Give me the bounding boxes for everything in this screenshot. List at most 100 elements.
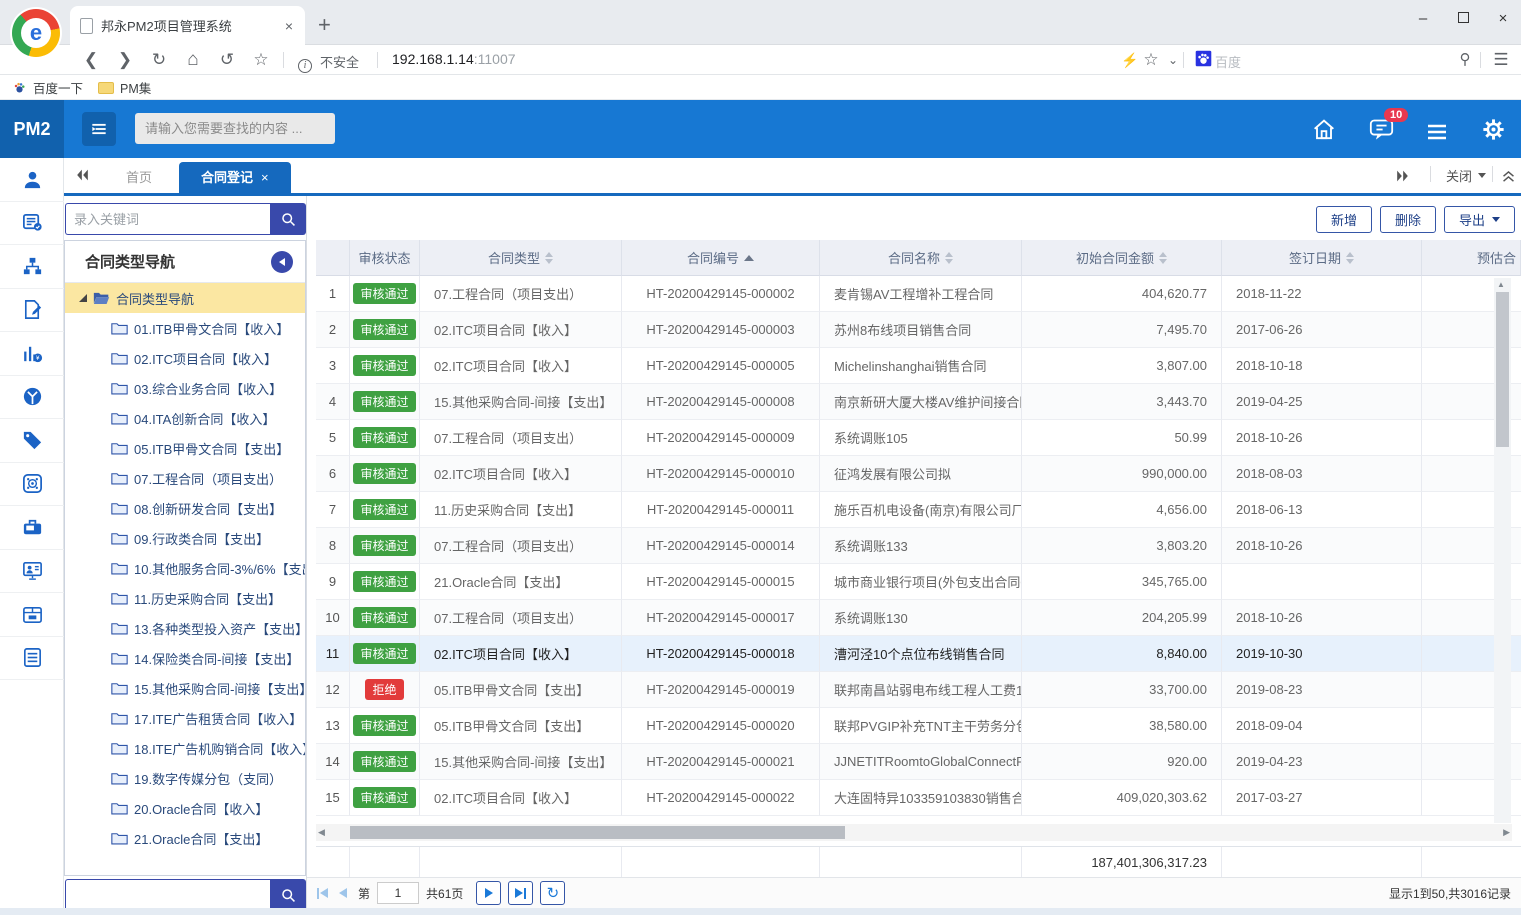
sort-icon[interactable] xyxy=(945,252,953,264)
first-page-button[interactable] xyxy=(317,888,328,899)
maximize-button[interactable] xyxy=(1448,10,1478,27)
settings-gear-icon[interactable] xyxy=(1480,116,1508,144)
table-row[interactable]: 11审核通过02.ITC项目合同【收入】HT-20200429145-00001… xyxy=(316,636,1521,672)
tree-item[interactable]: 10.其他服务合同-3%/6%【支出】 xyxy=(65,553,305,583)
app-menu-button[interactable] xyxy=(82,112,116,146)
sidebar-module-org-chart[interactable] xyxy=(0,245,64,289)
tree-item[interactable]: 17.ITE广告租赁合同【收入】 xyxy=(65,703,305,733)
expand-caret-icon[interactable] xyxy=(79,294,87,302)
page-number-input[interactable] xyxy=(377,882,419,904)
tree-search-input[interactable] xyxy=(65,203,270,235)
table-row[interactable]: 7审核通过11.历史采购合同【支出】HT-20200429145-000011施… xyxy=(316,492,1521,528)
table-row[interactable]: 3审核通过02.ITC项目合同【收入】HT-20200429145-000005… xyxy=(316,348,1521,384)
sidebar-module-tag[interactable] xyxy=(0,419,64,463)
search-button[interactable] xyxy=(270,879,306,911)
close-tabs-menu[interactable]: 关闭 xyxy=(1446,158,1486,193)
tree-item[interactable]: 11.历史采购合同【支出】 xyxy=(65,583,305,613)
horizontal-scrollbar[interactable]: ◀ ▶ xyxy=(316,824,1512,841)
close-window-button[interactable]: × xyxy=(1488,10,1518,27)
sort-icon[interactable] xyxy=(545,252,553,264)
collapse-up-icon[interactable] xyxy=(1500,158,1517,193)
add-button[interactable]: 新增 xyxy=(1316,206,1372,233)
delete-button[interactable]: 删除 xyxy=(1380,206,1436,233)
table-row[interactable]: 15审核通过02.ITC项目合同【收入】HT-20200429145-00002… xyxy=(316,780,1521,816)
horizontal-scroll-thumb[interactable] xyxy=(350,826,845,839)
column-header-4[interactable]: 合同名称 xyxy=(820,240,1022,276)
export-button[interactable]: 导出 xyxy=(1444,206,1515,233)
minimize-button[interactable]: – xyxy=(1408,10,1438,27)
url-text[interactable]: 192.168.1.14:11007 xyxy=(392,51,516,67)
sidebar-module-chart-coin[interactable]: ¥ xyxy=(0,332,64,376)
sort-icon[interactable] xyxy=(1159,252,1167,264)
table-row[interactable]: 2审核通过02.ITC项目合同【收入】HT-20200429145-000003… xyxy=(316,312,1521,348)
tree-item[interactable]: 03.综合业务合同【收入】 xyxy=(65,373,305,403)
tree-item[interactable]: 13.各种类型投入资产【支出】 xyxy=(65,613,305,643)
favorite-star-icon[interactable]: ☆ xyxy=(248,48,274,72)
tree-filter-input[interactable] xyxy=(65,879,270,911)
column-header-3[interactable]: 合同编号 xyxy=(622,240,820,276)
tree-root-item[interactable]: 合同类型导航 xyxy=(65,283,305,313)
column-header-7[interactable]: 预估合 xyxy=(1422,240,1521,276)
table-row[interactable]: 1审核通过07.工程合同（项目支出）HT-20200429145-000002麦… xyxy=(316,276,1521,312)
app-list-icon[interactable] xyxy=(1425,120,1453,148)
baidu-paw-icon[interactable] xyxy=(1190,50,1216,74)
sidebar-module-package[interactable] xyxy=(0,593,64,637)
vertical-scrollbar[interactable]: ▲ xyxy=(1494,278,1511,823)
tree-item[interactable]: 09.行政类合同【支出】 xyxy=(65,523,305,553)
tree-item[interactable]: 07.工程合同（项目支出） xyxy=(65,463,305,493)
back-icon[interactable]: ❮ xyxy=(78,48,104,72)
table-row[interactable]: 12拒绝05.ITB甲骨文合同【支出】HT-20200429145-000019… xyxy=(316,672,1521,708)
sidebar-module-document-list[interactable] xyxy=(0,637,64,681)
global-search-input[interactable] xyxy=(135,113,335,144)
prev-page-button[interactable] xyxy=(339,888,347,898)
tree-item[interactable]: 04.ITA创新合同【收入】 xyxy=(65,403,305,433)
tab-home[interactable]: 首页 xyxy=(104,162,174,193)
home-nav-icon[interactable] xyxy=(1310,116,1338,144)
tab-contract-register[interactable]: 合同登记× xyxy=(179,162,291,193)
table-row[interactable]: 5审核通过07.工程合同（项目支出）HT-20200429145-000009系… xyxy=(316,420,1521,456)
sidebar-module-module-grid[interactable] xyxy=(0,463,64,507)
column-header-1[interactable]: 审核状态 xyxy=(350,240,420,276)
tree-item[interactable]: 02.ITC项目合同【收入】 xyxy=(65,343,305,373)
sort-icon[interactable] xyxy=(1346,252,1354,264)
sidebar-module-briefcase[interactable] xyxy=(0,506,64,550)
tree-item[interactable]: 15.其他采购合同-间接【支出】 xyxy=(65,673,305,703)
close-tab-icon[interactable]: × xyxy=(261,170,269,185)
browser-tab[interactable]: 邦永PM2项目管理系统 × xyxy=(70,6,305,45)
sidebar-module-presentation[interactable] xyxy=(0,550,64,594)
tree-item[interactable]: 21.Oracle合同【支出】 xyxy=(65,823,305,853)
bookmark-pm-folder[interactable]: PM集 xyxy=(98,78,151,97)
table-row[interactable]: 8审核通过07.工程合同（项目支出）HT-20200429145-000014系… xyxy=(316,528,1521,564)
info-icon[interactable]: i xyxy=(292,51,318,75)
tree-item[interactable]: 18.ITE广告机购销合同【收入】 xyxy=(65,733,305,763)
tree-item[interactable]: 01.ITB甲骨文合同【收入】 xyxy=(65,313,305,343)
collapse-panel-button[interactable] xyxy=(271,251,293,273)
reload-icon[interactable]: ↻ xyxy=(146,48,172,72)
home-icon[interactable]: ⌂ xyxy=(180,48,206,72)
close-tab-icon[interactable]: × xyxy=(283,18,295,34)
sidebar-module-globe[interactable] xyxy=(0,376,64,420)
browser-menu-icon[interactable]: ☰ xyxy=(1488,48,1514,72)
scroll-tabs-left-icon[interactable] xyxy=(74,167,91,188)
app-logo[interactable]: PM2 xyxy=(0,100,64,158)
bookmark-baidu[interactable]: 百度一下 xyxy=(12,78,83,97)
tree-item[interactable]: 20.Oracle合同【收入】 xyxy=(65,793,305,823)
scroll-tabs-right-icon[interactable] xyxy=(1394,158,1411,193)
sort-asc-icon[interactable] xyxy=(744,255,754,261)
scroll-up-arrow-icon[interactable]: ▲ xyxy=(1497,280,1505,289)
sidebar-module-checklist[interactable] xyxy=(0,202,64,246)
search-button[interactable] xyxy=(270,203,306,235)
refresh-button[interactable]: ↻ xyxy=(540,881,565,905)
column-header-2[interactable]: 合同类型 xyxy=(420,240,622,276)
undo-icon[interactable]: ↺ xyxy=(214,48,240,72)
table-row[interactable]: 4审核通过15.其他采购合同-间接【支出】HT-20200429145-0000… xyxy=(316,384,1521,420)
search-icon[interactable]: ⚲ xyxy=(1452,48,1478,72)
column-header-6[interactable]: 签订日期 xyxy=(1222,240,1422,276)
tree-item[interactable]: 05.ITB甲骨文合同【支出】 xyxy=(65,433,305,463)
sidebar-module-user[interactable] xyxy=(0,158,64,202)
table-row[interactable]: 9审核通过21.Oracle合同【支出】HT-20200429145-00001… xyxy=(316,564,1521,600)
sidebar-module-document-edit[interactable] xyxy=(0,289,64,333)
scroll-left-arrow-icon[interactable]: ◀ xyxy=(318,827,325,838)
column-header-5[interactable]: 初始合同金额 xyxy=(1022,240,1222,276)
messages-icon[interactable]: 10 xyxy=(1368,116,1396,144)
